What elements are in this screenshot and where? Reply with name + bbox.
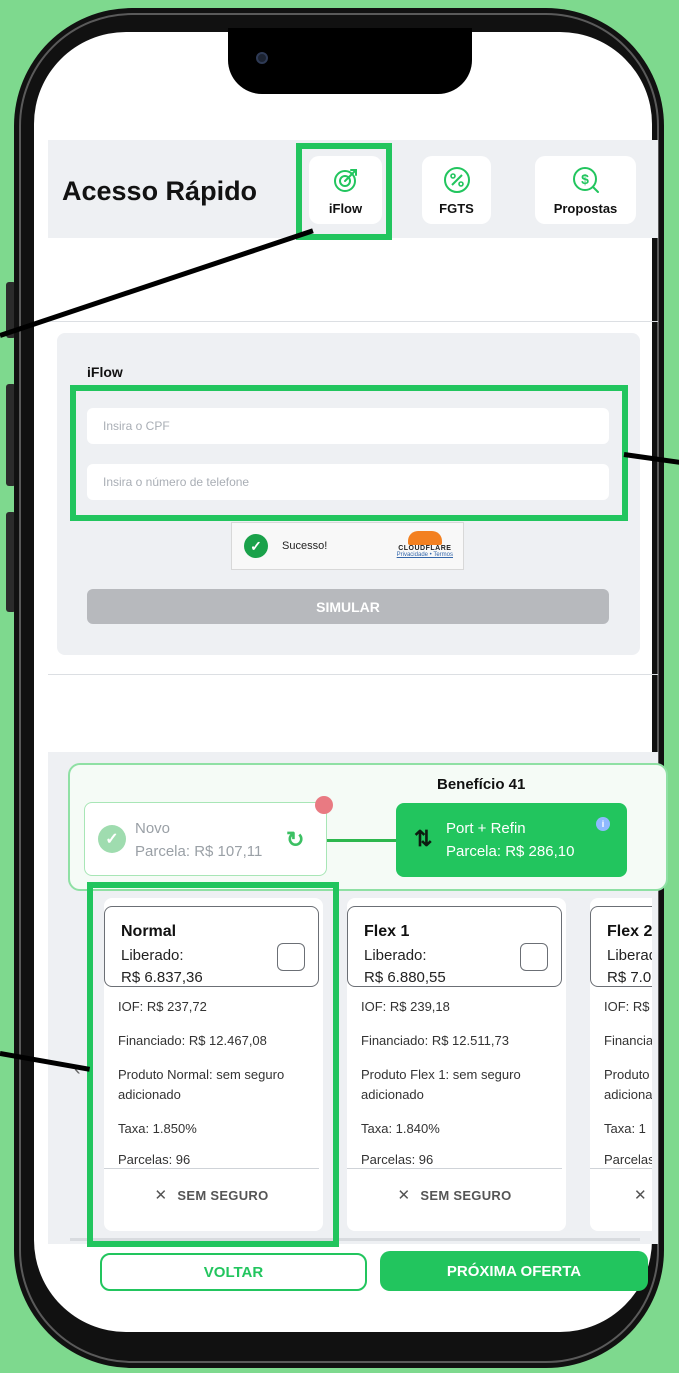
offer-released-label: Liberado:: [607, 947, 652, 964]
offer-installments: Parcelas: 96: [361, 1152, 434, 1167]
captcha-widget[interactable]: ✓ Sucesso! CLOUDFLARE Privacidade • Term…: [231, 522, 464, 570]
offer-product-line1: Produto Flex 1: sem seguro: [361, 1067, 521, 1082]
next-offer-button[interactable]: PRÓXIMA OFERTA: [380, 1251, 648, 1291]
close-icon: ✕: [154, 1187, 168, 1204]
iflow-form-title: iFlow: [87, 364, 123, 380]
refresh-icon[interactable]: ↻: [286, 827, 304, 853]
option-port-installment: Parcela: R$ 286,10: [446, 843, 575, 860]
quick-access-iflow-label: iFlow: [328, 200, 363, 216]
camera-icon: [256, 52, 268, 64]
percent-icon: [443, 166, 470, 193]
offer-rate: Taxa: 1.840%: [361, 1121, 440, 1136]
offer-separator: [104, 1168, 319, 1169]
divider: [48, 321, 658, 322]
svg-text:$: $: [581, 171, 589, 187]
offer-separator: [590, 1168, 652, 1169]
quick-access-title: Acesso Rápido: [62, 176, 258, 206]
offer-rate: Taxa: 1.850%: [118, 1121, 197, 1136]
offer-financed: Financiado: R$ 12.511,73: [361, 1033, 509, 1048]
captcha-brand: CLOUDFLARE: [398, 545, 452, 552]
offer-released-label: Liberado:: [364, 947, 427, 964]
captcha-links[interactable]: Privacidade • Termos: [397, 552, 453, 558]
cpf-input[interactable]: Insira o CPF: [87, 408, 609, 444]
offer-card-normal[interactable]: Normal Liberado: R$ 6.837,36 IOF: R$ 237…: [104, 898, 323, 1231]
offer-card-header: Flex 2 Liberado: R$ 7.0: [590, 906, 652, 987]
option-port-name: Port + Refin: [446, 820, 526, 837]
notification-dot: [315, 796, 333, 814]
quick-access-iflow-button[interactable]: iFlow: [309, 156, 382, 224]
check-icon: ✓: [98, 825, 126, 853]
quick-access-propostas-label: Propostas: [553, 200, 618, 216]
offer-product-line1: Produto: [604, 1067, 650, 1082]
quick-access-fgts-button[interactable]: FGTS: [422, 156, 491, 224]
offer-installments: Parcelas: [604, 1152, 652, 1167]
captcha-status: Sucesso!: [282, 540, 328, 552]
dollar-icon: $: [572, 166, 599, 193]
back-button[interactable]: VOLTAR: [100, 1253, 367, 1291]
offer-name: Flex 1: [364, 923, 410, 940]
check-circle-icon: ✓: [244, 534, 268, 558]
offer-card-flex2[interactable]: Flex 2 Liberado: R$ 7.0 IOF: R$ Financia…: [590, 898, 652, 1231]
offer-released-label: Liberado:: [121, 947, 184, 964]
divider: [48, 674, 658, 675]
close-icon: ✕: [397, 1187, 411, 1204]
swap-icon: ⇅: [414, 826, 433, 851]
phone-input[interactable]: Insira o número de telefone: [87, 464, 609, 500]
offer-insurance-label: SEM SEGURO: [177, 1188, 269, 1203]
offer-iof: IOF: R$ 237,72: [118, 999, 207, 1014]
offer-iof: IOF: R$: [604, 999, 650, 1014]
offer-financed: Financiado: [604, 1033, 652, 1048]
cloudflare-logo: CLOUDFLARE Privacidade • Termos: [397, 531, 453, 558]
offer-insurance-toggle[interactable]: ✕ SEM SEGURO: [347, 1186, 562, 1204]
offer-financed: Financiado: R$ 12.467,08: [118, 1033, 267, 1048]
offer-insurance-label: SEM SEGURO: [420, 1188, 512, 1203]
quick-access-fgts-label: FGTS: [439, 200, 474, 216]
offer-product-line2: adicionado: [361, 1087, 424, 1102]
offer-name: Normal: [121, 923, 177, 940]
offer-product-line1: Produto Normal: sem seguro: [118, 1067, 285, 1082]
rocket-icon: [333, 168, 357, 192]
offer-card-header: Flex 1 Liberado: R$ 6.880,55: [347, 906, 562, 987]
offer-released-value: R$ 6.880,55: [364, 969, 446, 986]
option-novo-name: Novo: [135, 820, 171, 837]
offer-product-line2: adicionado: [604, 1087, 652, 1102]
close-icon: ✕: [634, 1187, 647, 1204]
offer-rate: Taxa: 1: [604, 1121, 646, 1136]
offer-product-line2: adicionado: [118, 1087, 181, 1102]
info-icon[interactable]: i: [596, 817, 610, 831]
option-novo-installment: Parcela: R$ 107,11: [135, 843, 263, 860]
simulate-button[interactable]: SIMULAR: [87, 589, 609, 624]
cloud-icon: [407, 531, 442, 545]
offer-iof: IOF: R$ 239,18: [361, 999, 450, 1014]
option-connector: [327, 839, 397, 842]
offer-card-header: Normal Liberado: R$ 6.837,36: [104, 906, 319, 987]
offer-card-flex1[interactable]: Flex 1 Liberado: R$ 6.880,55 IOF: R$ 239…: [347, 898, 566, 1231]
offer-checkbox[interactable]: [277, 943, 305, 971]
offer-insurance-toggle[interactable]: ✕: [590, 1186, 652, 1204]
quick-access-propostas-button[interactable]: $ Propostas: [535, 156, 636, 224]
offer-released-value: R$ 7.0: [607, 969, 652, 986]
offer-released-value: R$ 6.837,36: [121, 969, 203, 986]
offer-separator: [347, 1168, 562, 1169]
offer-card-clip: Flex 2 Liberado: R$ 7.0 IOF: R$ Financia…: [590, 898, 652, 1238]
horizontal-scrollbar[interactable]: [70, 1238, 640, 1241]
offer-installments: Parcelas: 96: [118, 1152, 191, 1167]
offer-name: Flex 2: [607, 923, 652, 940]
offer-checkbox[interactable]: [520, 943, 548, 971]
offer-insurance-toggle[interactable]: ✕ SEM SEGURO: [104, 1186, 319, 1204]
benefit-title: Benefício 41: [437, 776, 526, 793]
